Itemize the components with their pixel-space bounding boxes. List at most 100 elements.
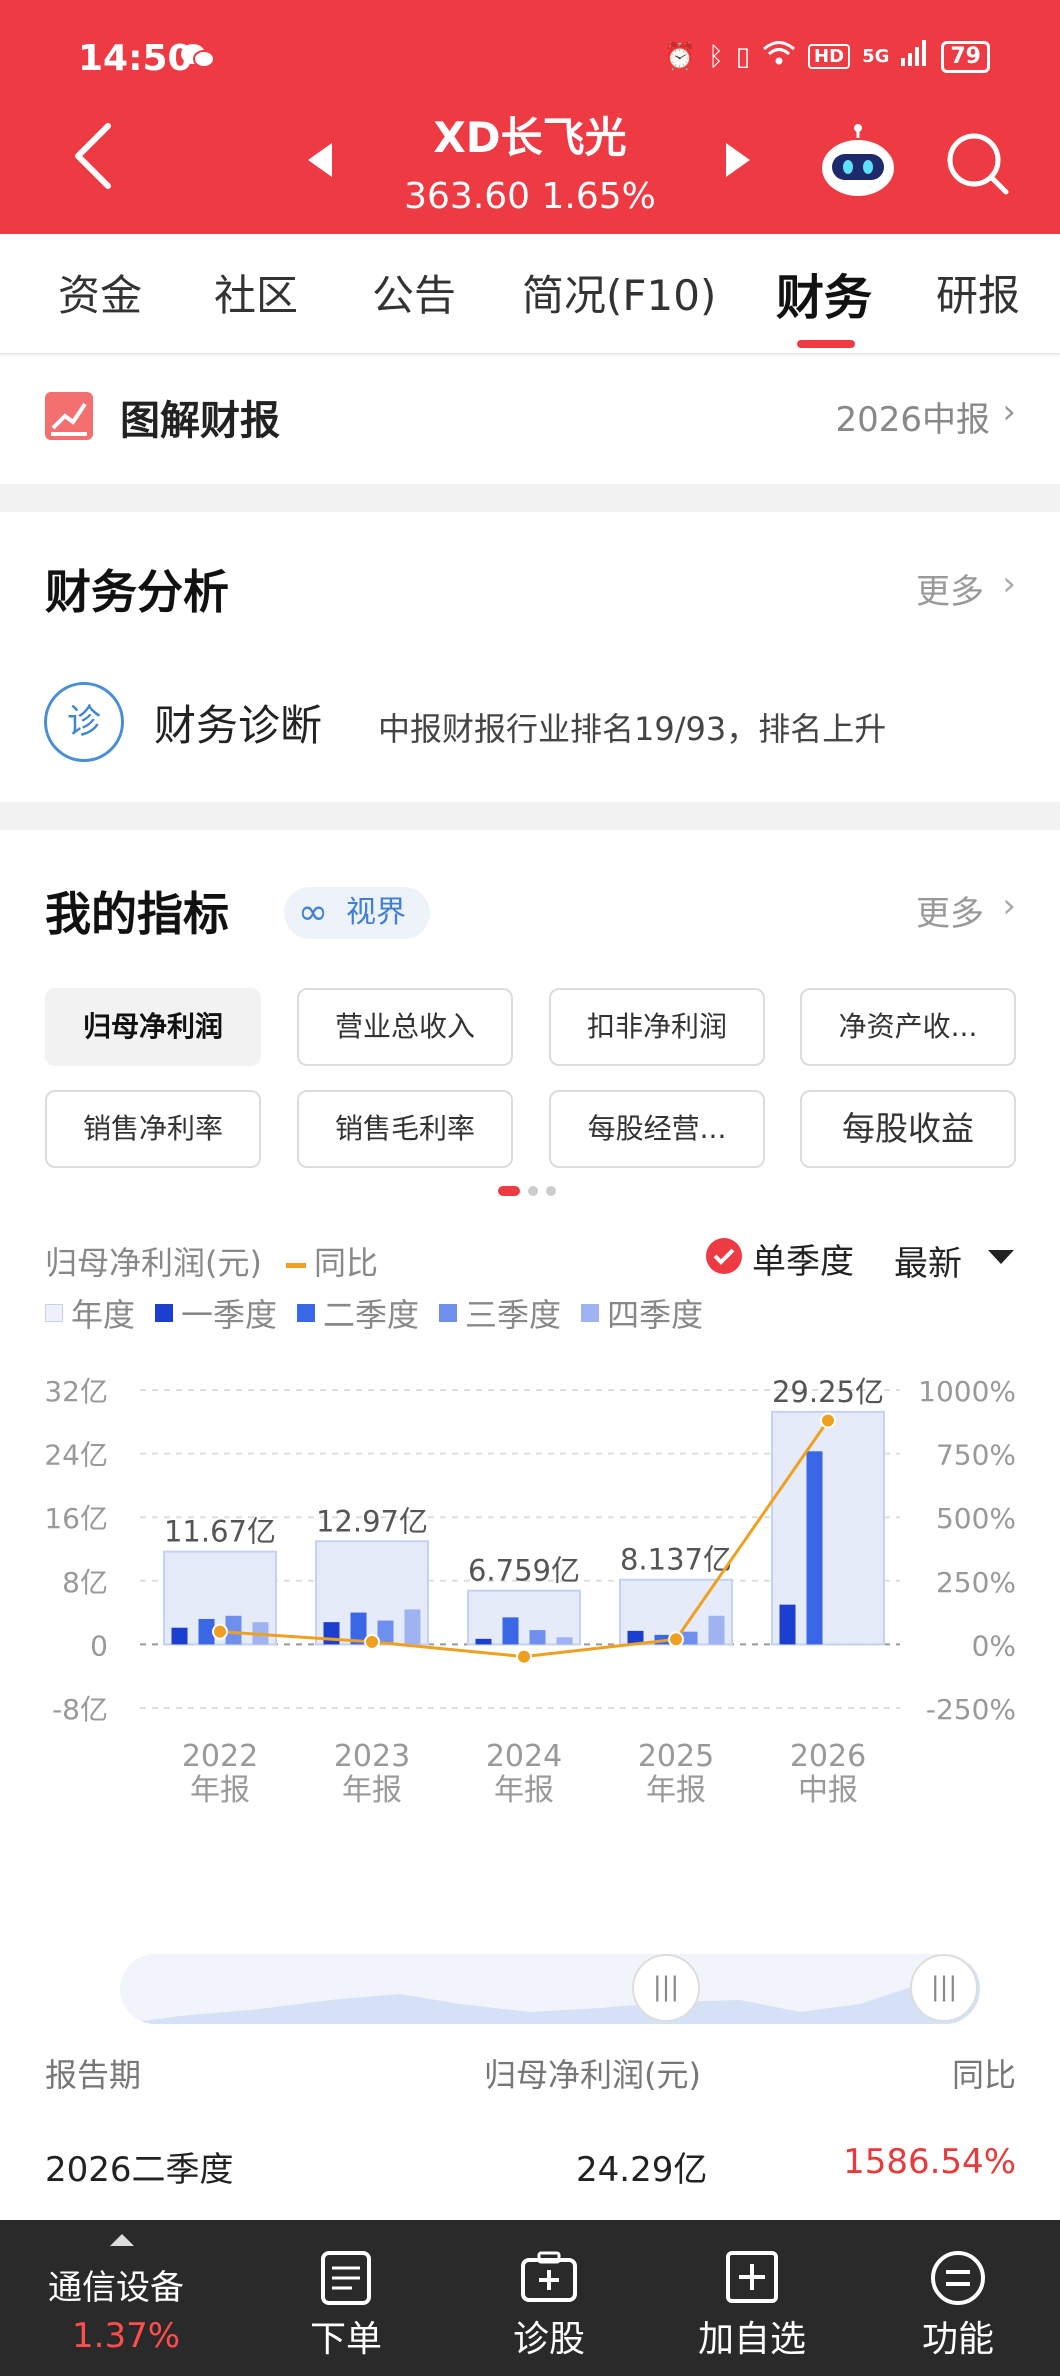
range-handle-right[interactable]: ||| <box>910 1954 978 2022</box>
y-left-tick: 8亿 <box>62 1566 108 1599</box>
metric-label: 归母净利润(元) <box>45 1244 262 1282</box>
tab-research[interactable]: 研报 <box>936 262 1020 323</box>
chip-total-revenue[interactable]: 营业总收入 <box>297 988 513 1066</box>
q1-swatch <box>155 1304 174 1322</box>
medical-kit-icon <box>520 2250 578 2308</box>
nav-functions-label: 功能 <box>921 2319 994 2360</box>
menu-circle-icon <box>930 2250 986 2310</box>
graphic-report-title: 图解财报 <box>120 398 280 444</box>
tab-funds[interactable]: 资金 <box>58 262 142 323</box>
nav-order-label: 下单 <box>309 2319 382 2360</box>
prev-stock-arrow-icon[interactable] <box>308 143 332 177</box>
legend-q3[interactable]: 三季度 <box>439 1290 561 1336</box>
graphic-report-card[interactable]: 图解财报 2026中报 › <box>0 356 1060 484</box>
x-tick-type: 年报 <box>190 1773 250 1808</box>
page-dot <box>528 1186 538 1196</box>
yoy-point <box>668 1631 684 1648</box>
report-period-link[interactable]: 2026中报 <box>835 392 990 441</box>
q4-swatch <box>581 1304 600 1322</box>
x-tick-year: 2025 <box>638 1739 714 1774</box>
battery-indicator: 79 <box>941 40 990 73</box>
nav-functions-button[interactable]: 功能 <box>878 2220 1038 2376</box>
single-quarter-toggle[interactable]: 单季度 <box>752 1234 854 1283</box>
chevron-right-icon: › <box>1002 564 1016 604</box>
back-button[interactable] <box>70 122 114 194</box>
quarter-bar <box>779 1604 796 1645</box>
x-tick-type: 年报 <box>646 1773 706 1808</box>
bluetooth-icon: ᛒ <box>708 41 724 72</box>
nav-diagnose-button[interactable]: 诊股 <box>469 2220 629 2376</box>
alarm-icon: ⏰ <box>663 41 697 72</box>
caret-down-icon[interactable] <box>988 1250 1014 1264</box>
section-tabs: 资金 社区 公告 简况(F10) 财务 研报 <box>0 234 1060 354</box>
quarter-bar <box>404 1609 421 1645</box>
tab-finance[interactable]: 财务 <box>776 258 872 328</box>
legend-q2[interactable]: 二季度 <box>297 1290 419 1336</box>
latest-dropdown[interactable]: 最新 <box>894 1236 962 1285</box>
next-stock-arrow-icon[interactable] <box>726 143 750 177</box>
range-slider[interactable]: ||| ||| <box>120 1954 980 2024</box>
industry-expand-icon[interactable] <box>110 2234 134 2246</box>
net-profit-chart[interactable]: 32亿 1000% 24亿 750% 16亿 500% 8亿 250% 0 0% -8亿 -250% 1… <box>0 1350 1060 1920</box>
network-type: 5G <box>862 46 890 67</box>
y-right-tick: 750% <box>936 1439 1016 1472</box>
nav-add-watchlist-button[interactable]: 加自选 <box>672 2220 832 2376</box>
table-header-period: 报告期 <box>45 2056 142 2094</box>
annual-data-label: 6.759亿 <box>468 1554 580 1588</box>
search-icon[interactable] <box>942 128 1012 202</box>
legend-q1[interactable]: 一季度 <box>155 1290 277 1336</box>
diagnosis-icon: 诊 <box>44 682 124 762</box>
tab-community[interactable]: 社区 <box>214 262 298 323</box>
financial-analysis-more[interactable]: 更多 <box>916 564 984 613</box>
nav-add-watchlist-label: 加自选 <box>697 2319 806 2360</box>
vision-badge[interactable]: ∞ 视界 <box>284 887 430 939</box>
legend-annual[interactable]: 年度 <box>45 1290 135 1336</box>
x-tick-year: 2022 <box>182 1739 258 1774</box>
annual-data-label: 11.67亿 <box>164 1515 276 1549</box>
my-indicators-card: 我的指标 ∞ 视界 更多 › 归母净利润 营业总收入 扣非净利润 净资产收...… <box>0 830 1060 2230</box>
chip-gross-margin[interactable]: 销售毛利率 <box>297 1090 513 1168</box>
robot-assistant-icon[interactable] <box>818 124 898 204</box>
infinity-icon: ∞ <box>298 892 328 933</box>
yoy-legend-swatch <box>285 1262 306 1268</box>
chevron-right-icon: › <box>1002 886 1016 926</box>
x-tick-type: 中报 <box>798 1773 858 1808</box>
hd-badge: HD <box>808 44 851 69</box>
nav-order-button[interactable]: 下单 <box>266 2220 426 2376</box>
diagnosis-title[interactable]: 财务诊断 <box>154 692 322 753</box>
table-cell-net-profit: 24.29亿 <box>576 2150 708 2190</box>
range-handle-left[interactable]: ||| <box>632 1954 700 2022</box>
annual-bar <box>467 1589 581 1646</box>
chip-net-profit[interactable]: 归母净利润 <box>45 988 261 1066</box>
chip-net-margin[interactable]: 销售净利率 <box>45 1090 261 1168</box>
quarter-bar <box>806 1451 823 1645</box>
chart-metric-legend: 归母净利润(元) 同比 <box>45 1238 378 1284</box>
quarter-bar <box>502 1617 519 1645</box>
x-tick-type: 年报 <box>342 1773 402 1808</box>
x-tick-year: 2023 <box>334 1739 410 1774</box>
yoy-legend-label: 同比 <box>313 1244 378 1282</box>
y-left-tick: 16亿 <box>44 1502 108 1535</box>
legend-q4[interactable]: 四季度 <box>581 1290 703 1336</box>
chip-deducted-net-profit[interactable]: 扣非净利润 <box>549 988 765 1066</box>
yoy-point <box>364 1633 380 1650</box>
chip-eps[interactable]: 每股收益 <box>800 1090 1016 1168</box>
checkmark-icon[interactable] <box>706 1238 742 1274</box>
tab-announcements[interactable]: 公告 <box>372 262 456 323</box>
vibrate-icon: ▯ <box>735 41 751 72</box>
tab-f10-profile[interactable]: 简况(F10) <box>522 262 716 323</box>
y-right-tick: 250% <box>936 1566 1016 1599</box>
chip-operating-cashflow[interactable]: 每股经营... <box>549 1090 765 1168</box>
diagnosis-description[interactable]: 中报财报行业排名19/93，排名上升 <box>378 704 886 750</box>
series-legend: 年度 一季度 二季度 三季度 四季度 <box>45 1290 703 1336</box>
stock-price: 363.60 1.65% <box>404 176 656 217</box>
annual-data-label: 12.97亿 <box>316 1504 428 1538</box>
y-left-tick: 0 <box>90 1629 108 1662</box>
quarter-bar <box>475 1638 492 1645</box>
yoy-point <box>212 1623 228 1640</box>
my-indicators-more[interactable]: 更多 <box>916 886 984 935</box>
y-right-tick: 0% <box>972 1629 1016 1662</box>
industry-name[interactable]: 通信设备 <box>48 2260 184 2309</box>
add-square-icon <box>725 2250 779 2308</box>
chip-roe[interactable]: 净资产收... <box>800 988 1016 1066</box>
